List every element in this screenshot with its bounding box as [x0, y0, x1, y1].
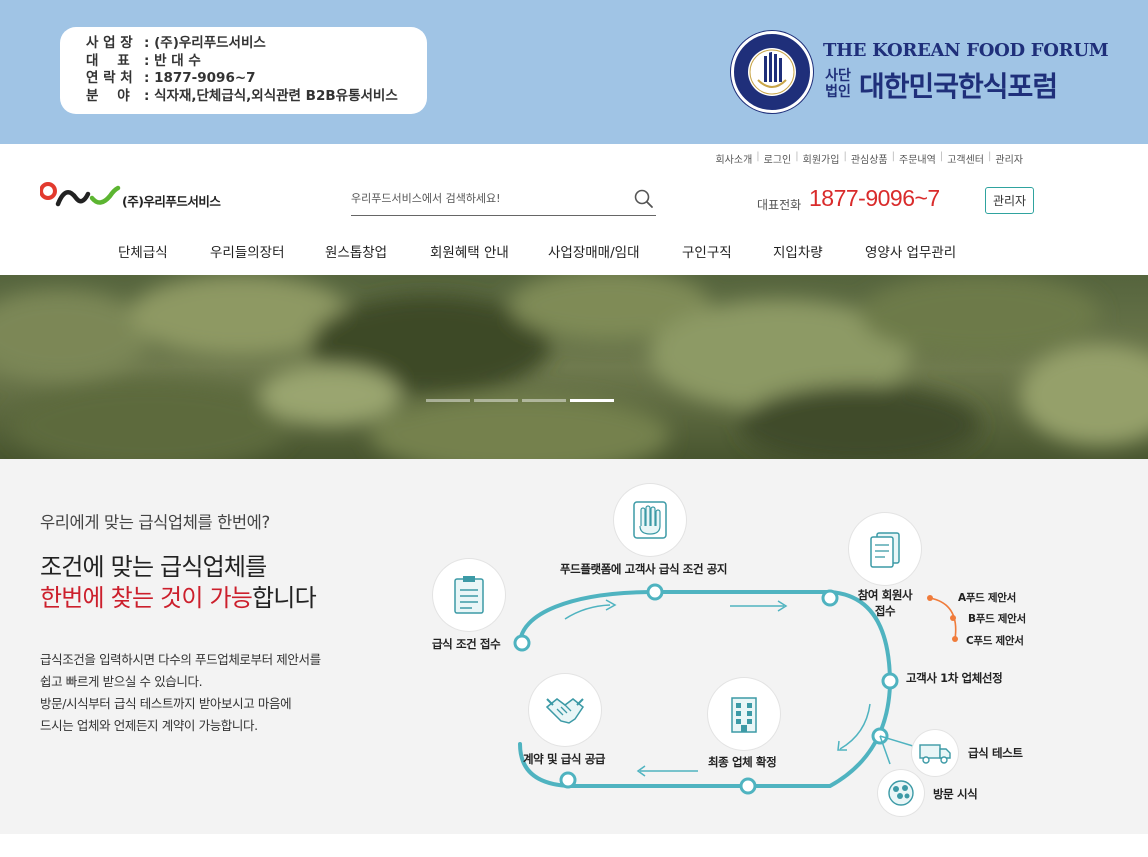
info-key: 대 표	[86, 52, 130, 69]
search-bar	[351, 183, 656, 216]
building-icon	[731, 697, 757, 733]
search-button[interactable]	[632, 187, 656, 211]
truck-icon	[919, 744, 951, 764]
info-row: 분 야 : 식자재,단체급식,외식관련 B2B유통서비스	[86, 88, 427, 106]
info-row: 사 업 장 : (주)우리푸드서비스	[86, 35, 427, 53]
process-track	[513, 583, 958, 795]
nav-item-jobs[interactable]: 구인구직	[682, 241, 732, 261]
step-receive-label: 급식 조건 접수	[432, 637, 501, 651]
slider-dots	[426, 399, 614, 402]
main-nav: 단체급식 우리들의장터 원스톱창업 회원혜택 안내 사업장매매/임대 구인구직 …	[0, 241, 1148, 261]
slider-dot[interactable]	[426, 399, 470, 402]
step-member-line: 접수	[874, 604, 896, 618]
handshake-icon	[545, 698, 585, 724]
nav-item-vehicles[interactable]: 지입차량	[773, 241, 823, 261]
hero-slider[interactable]	[0, 275, 1148, 459]
step-visit-circle	[878, 770, 924, 816]
site-logo[interactable]: (주)우리푸드서비스	[39, 180, 230, 212]
page-bottom-strip	[0, 834, 1148, 857]
documents-icon	[870, 532, 900, 568]
search-input[interactable]	[351, 187, 631, 209]
slider-dot[interactable]	[522, 399, 566, 402]
util-link-support[interactable]: 고객센터	[943, 151, 988, 166]
proposal-b: B푸드 제안서	[968, 613, 1026, 625]
utility-nav: 회사소개 | 로그인 | 회원가입 | 관심상품 | 주문내역 | 고객센터 | 관리자	[711, 151, 1027, 166]
admin-button[interactable]: 관리자	[985, 187, 1034, 214]
step-notice-label: 푸드플랫폼에 고객사 급식 조건 공지	[560, 562, 728, 576]
step-member-circle	[849, 513, 921, 585]
step-member-line: 참여 회원사	[857, 588, 913, 602]
desc-line: 쉽고 빠르게 받으실 수 있습니다.	[40, 674, 203, 689]
step-notice-circle	[614, 484, 686, 556]
intro-lead: 우리에게 맞는 급식업체를 한번에?	[40, 513, 270, 532]
step-contract-label: 계약 및 급식 공급	[523, 752, 606, 766]
process-diagram: 급식 조건 접수 푸드플랫폼에 고객사 급식 조건 공지 참여 회원사접수 A푸…	[420, 484, 1060, 834]
step-visit-label: 방문 시식	[933, 787, 978, 801]
proposal-a: A푸드 제안서	[958, 592, 1016, 604]
phone-number[interactable]: 1877-9096~7	[809, 185, 940, 212]
forum-subtitle: 사단법인	[825, 68, 851, 100]
step-contract-circle	[529, 674, 601, 746]
headline-rest: 합니다	[252, 584, 317, 612]
nav-item-benefits[interactable]: 회원혜택 안내	[430, 241, 509, 261]
phone-label: 대표전화	[757, 198, 802, 212]
util-link-orders[interactable]: 주문내역	[895, 151, 940, 166]
info-row: 연 락 처 : 1877-9096~7	[86, 70, 427, 88]
clipboard-icon	[454, 576, 484, 614]
forum-name-en: THE KOREAN FOOD FORUM	[823, 40, 1109, 61]
step-final-label: 최종 업체 확정	[708, 755, 777, 769]
info-key: 분 야	[86, 87, 130, 104]
info-value: : 식자재,단체급식,외식관련 B2B유통서비스	[144, 87, 398, 104]
top-banner: 사 업 장 : (주)우리푸드서비스 대 표 : 반 대 수 연 락 처 : 1877…	[0, 0, 1148, 144]
woori-logo-icon	[39, 182, 121, 207]
nav-item-group-meal[interactable]: 단체급식	[118, 241, 168, 261]
slider-dot[interactable]	[474, 399, 518, 402]
forum-name-ko: 대한민국한식포럼	[859, 70, 1058, 103]
hero-leaves-image	[0, 275, 1148, 459]
info-value: : 1877-9096~7	[144, 70, 256, 86]
info-value: : (주)우리푸드서비스	[144, 35, 266, 51]
page-root: 사 업 장 : (주)우리푸드서비스 대 표 : 반 대 수 연 락 처 : 1877…	[0, 0, 1148, 857]
info-value: : 반 대 수	[144, 52, 201, 69]
info-key: 연 락 처	[86, 70, 133, 86]
intro-section: 우리에게 맞는 급식업체를 한번에? 조건에 맞는 급식업체를 한번에 찾는 것…	[0, 459, 1148, 834]
util-link-admin[interactable]: 관리자	[991, 151, 1027, 166]
proposal-c: C푸드 제안서	[966, 635, 1024, 647]
util-link-login[interactable]: 로그인	[760, 151, 796, 166]
hand-touch-icon	[633, 501, 667, 539]
forum-seal-icon	[731, 31, 813, 113]
desc-line: 방문/시식부터 급식 테스트까지 받아보시고 마음에	[40, 696, 292, 711]
util-link-company[interactable]: 회사소개	[711, 151, 756, 166]
nav-item-business-trade[interactable]: 사업장매매/임대	[548, 241, 640, 261]
company-info-box: 사 업 장 : (주)우리푸드서비스 대 표 : 반 대 수 연 락 처 : 1877…	[60, 27, 427, 114]
nav-item-startup[interactable]: 원스톱창업	[325, 241, 387, 261]
step-select-label: 고객사 1차 업체선정	[906, 671, 1003, 685]
util-link-join[interactable]: 회원가입	[799, 151, 844, 166]
desc-line: 급식조건을 입력하시면 다수의 푸드업체로부터 제안서를	[40, 652, 321, 667]
korean-food-forum-logo[interactable]: THE KOREAN FOOD FORUM 사단법인 대한민국한식포럼	[731, 31, 1109, 113]
intro-headline-1: 조건에 맞는 급식업체를	[40, 553, 267, 581]
step-test-circle	[912, 730, 958, 776]
step-receive-circle	[433, 559, 505, 631]
nav-item-nutritionist[interactable]: 영양사 업무관리	[865, 241, 956, 261]
step-final-circle	[708, 678, 780, 750]
util-link-wishlist[interactable]: 관심상품	[847, 151, 892, 166]
slider-dot-active[interactable]	[570, 399, 614, 402]
desc-line: 드시는 업체와 언제든지 계약이 가능합니다.	[40, 718, 258, 733]
headline-highlight: 한번에 찾는 것이 가능	[40, 584, 253, 612]
intro-headline-2: 한번에 찾는 것이 가능합니다	[40, 578, 317, 613]
intro-description: 급식조건을 입력하시면 다수의 푸드업체로부터 제안서를 쉽고 빠르게 받으실 …	[40, 649, 321, 737]
info-key: 사 업 장	[86, 35, 133, 51]
nav-item-market[interactable]: 우리들의장터	[210, 241, 285, 261]
step-member-label: 참여 회원사접수	[852, 587, 918, 619]
step-test-label: 급식 테스트	[968, 746, 1023, 760]
search-icon	[634, 189, 653, 208]
food-tasting-icon	[888, 780, 914, 806]
info-row: 대 표 : 반 대 수	[86, 53, 427, 71]
logo-text: (주)우리푸드서비스	[122, 194, 221, 209]
